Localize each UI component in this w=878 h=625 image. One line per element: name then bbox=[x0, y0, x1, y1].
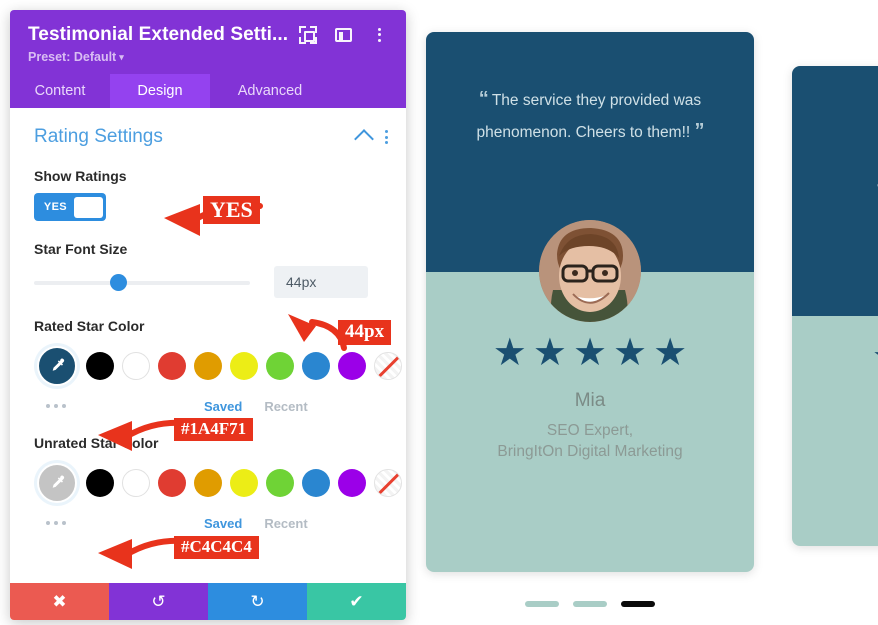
annotation-rated-hex: #1A4F71 bbox=[174, 418, 254, 441]
eyedropper-icon bbox=[52, 358, 65, 371]
pager-dot-3[interactable] bbox=[621, 601, 655, 607]
swatch-transparent[interactable] bbox=[374, 469, 402, 497]
swatch-white[interactable] bbox=[122, 469, 150, 497]
card-next-name: Sa bbox=[792, 408, 878, 430]
unrated-color-picker-button[interactable] bbox=[34, 460, 80, 506]
toggle-knob bbox=[73, 196, 103, 218]
toggle-value-label: YES bbox=[43, 201, 68, 213]
testimonial-card-main[interactable]: “ The service they provided was phenomen… bbox=[426, 32, 754, 572]
swatch-red[interactable] bbox=[158, 352, 186, 380]
star-2: ★ bbox=[532, 332, 567, 374]
redo-button[interactable]: ↻ bbox=[208, 583, 307, 620]
quote-open-icon: “ bbox=[478, 88, 489, 110]
rated-saved-link[interactable]: Saved bbox=[204, 399, 242, 414]
field-unrated-star-color: Unrated Star Color Saved Recent bbox=[10, 435, 406, 532]
preview-area: “ I cou more th without D d ★ ★ Sa Neig … bbox=[406, 0, 878, 625]
cancel-button[interactable]: ✖ bbox=[10, 583, 109, 620]
swatch-purple[interactable] bbox=[338, 469, 366, 497]
preset-label: Preset: Default bbox=[28, 50, 117, 64]
swatch-yellow[interactable] bbox=[230, 352, 258, 380]
swatch-purple[interactable] bbox=[338, 352, 366, 380]
swatch-transparent[interactable] bbox=[374, 352, 402, 380]
show-ratings-toggle[interactable]: YES bbox=[34, 193, 106, 221]
unrated-recent-link[interactable]: Recent bbox=[264, 516, 307, 531]
unrated-saved-link[interactable]: Saved bbox=[204, 516, 242, 531]
star-5: ★ bbox=[653, 332, 688, 374]
rated-selected-color bbox=[37, 346, 77, 386]
pager-dot-2[interactable] bbox=[573, 601, 607, 607]
panel-header-icons bbox=[289, 26, 388, 44]
swatch-orange[interactable] bbox=[194, 352, 222, 380]
show-ratings-label: Show Ratings bbox=[34, 168, 127, 184]
panel-tabs: Content Design Advanced bbox=[10, 74, 406, 108]
star-3: ★ bbox=[572, 332, 608, 374]
tab-design[interactable]: Design bbox=[110, 74, 210, 108]
swatch-black[interactable] bbox=[86, 352, 114, 380]
star-font-size-slider[interactable] bbox=[34, 274, 250, 291]
chevron-up-icon[interactable] bbox=[354, 129, 374, 149]
rated-more-dots-icon[interactable] bbox=[34, 404, 86, 408]
panel-body: Rating Settings Show Ratings YES Star Fo… bbox=[10, 108, 406, 583]
card-main-avatar bbox=[539, 220, 641, 322]
card-main-bottom: ★ ★ ★ ★ ★ Mia SEO Expert, BringItOn Digi… bbox=[426, 220, 754, 572]
section-more-options-icon[interactable] bbox=[385, 128, 388, 146]
tab-content[interactable]: Content bbox=[10, 74, 110, 108]
unrated-star-color-swatches bbox=[34, 460, 402, 506]
card-main-name: Mia bbox=[574, 390, 606, 411]
section-title: Rating Settings bbox=[34, 126, 163, 147]
rated-star-color-label: Rated Star Color bbox=[34, 318, 145, 334]
card-main-role: SEO Expert, BringItOn Digital Marketing bbox=[426, 420, 754, 462]
card-next-bottom: ★ ★ Sa Neig bbox=[792, 316, 878, 546]
save-button[interactable]: ✔ bbox=[307, 583, 406, 620]
swatch-blue[interactable] bbox=[302, 469, 330, 497]
annotation-unrated-hex: #C4C4C4 bbox=[174, 536, 259, 559]
swatch-green[interactable] bbox=[266, 469, 294, 497]
rated-recent-link[interactable]: Recent bbox=[264, 399, 307, 414]
pager-dot-1[interactable] bbox=[525, 601, 559, 607]
field-star-font-size: Star Font Size 44px bbox=[10, 241, 406, 298]
carousel-pagination[interactable] bbox=[406, 601, 774, 607]
eyedropper-icon bbox=[52, 475, 65, 488]
star-1: ★ bbox=[492, 332, 527, 374]
star-font-size-label: Star Font Size bbox=[34, 241, 128, 257]
panel-title: Testimonial Extended Setti... bbox=[28, 24, 289, 45]
more-options-icon[interactable] bbox=[370, 26, 388, 44]
swatch-black[interactable] bbox=[86, 469, 114, 497]
swatch-white[interactable] bbox=[122, 352, 150, 380]
card-next-star: ★ bbox=[872, 338, 878, 376]
swatch-green[interactable] bbox=[266, 352, 294, 380]
star-4: ★ bbox=[613, 332, 648, 374]
card-main-role-line2: BringItOn Digital Marketing bbox=[497, 443, 683, 460]
preset-selector[interactable]: Preset: Default ▾ bbox=[28, 50, 388, 64]
expand-icon[interactable] bbox=[299, 26, 317, 44]
rating-settings-section-header: Rating Settings bbox=[10, 108, 406, 149]
swatch-red[interactable] bbox=[158, 469, 186, 497]
unrated-selected-color bbox=[37, 463, 77, 503]
card-next-top: “ I cou more th without D d bbox=[792, 66, 878, 316]
swatch-yellow[interactable] bbox=[230, 469, 258, 497]
testimonial-card-next[interactable]: “ I cou more th without D d ★ ★ Sa Neig bbox=[792, 66, 878, 546]
annotation-yes: YES bbox=[203, 196, 260, 225]
rated-star-color-swatches bbox=[34, 343, 402, 389]
tab-advanced[interactable]: Advanced bbox=[210, 74, 330, 108]
swatch-orange[interactable] bbox=[194, 469, 222, 497]
undo-button[interactable]: ↺ bbox=[109, 583, 208, 620]
star-font-size-input[interactable]: 44px bbox=[274, 266, 368, 298]
card-next-role: Neig bbox=[792, 438, 878, 459]
quote-close-icon: ” bbox=[694, 120, 705, 142]
card-main-quote: The service they provided was phenomenon… bbox=[476, 92, 702, 141]
unrated-more-dots-icon[interactable] bbox=[34, 521, 86, 525]
avatar-face bbox=[539, 220, 641, 322]
annotation-44px: 44px bbox=[338, 320, 392, 345]
module-settings-panel: Testimonial Extended Setti... Preset: De… bbox=[10, 10, 406, 620]
layout-icon[interactable] bbox=[335, 28, 352, 42]
slider-thumb[interactable] bbox=[110, 274, 127, 291]
swatch-blue[interactable] bbox=[302, 352, 330, 380]
card-main-role-line1: SEO Expert, bbox=[546, 422, 634, 439]
chevron-down-icon: ▾ bbox=[119, 52, 124, 62]
panel-header: Testimonial Extended Setti... Preset: De… bbox=[10, 10, 406, 74]
panel-action-bar: ✖ ↺ ↻ ✔ bbox=[10, 583, 406, 620]
rated-color-picker-button[interactable] bbox=[34, 343, 80, 389]
